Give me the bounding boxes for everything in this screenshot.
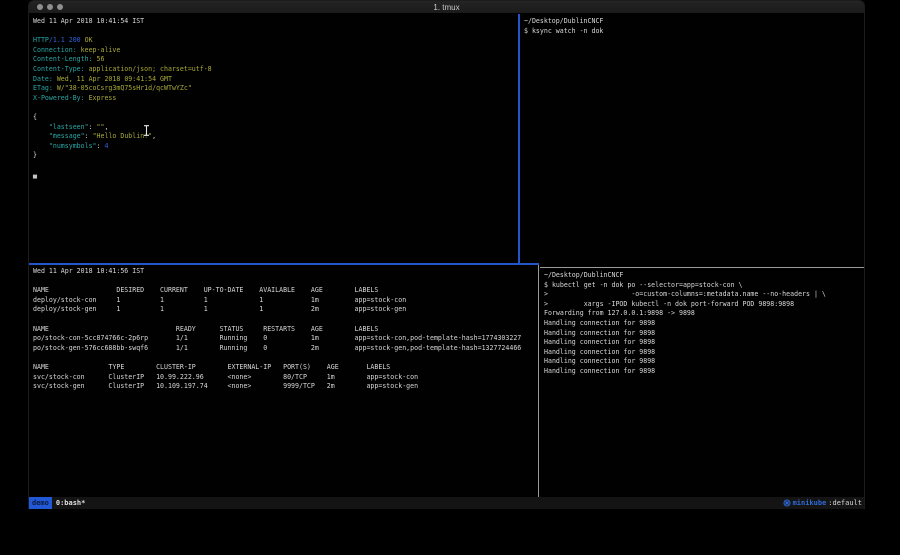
terminal-line: ~/Desktop/DublinCNCF: [524, 17, 865, 27]
terminal-line: NAME DESIRED CURRENT UP-TO-DATE AVAILABL…: [33, 286, 537, 296]
terminal-line: Wed 11 Apr 2018 10:41:56 IST: [33, 267, 537, 277]
window-title: 1. tmux: [29, 3, 864, 12]
terminal-line: "lastseen": "",: [33, 123, 518, 133]
terminal-line: ETag: W/"38-05coCsrg3mQ75sHr1d/qcWTwYZc": [33, 84, 518, 94]
terminal-line: Handling connection for 9898: [544, 319, 865, 329]
terminal-line: po/stock-gen-576cc688bb-swqf6 1/1 Runnin…: [33, 344, 537, 354]
terminal-window: 1. tmux Wed 11 Apr 2018 10:41:54 IST HTT…: [28, 0, 865, 509]
active-pane-border-horizontal[interactable]: [29, 263, 539, 265]
terminal-line: Handling connection for 9898: [544, 338, 865, 348]
terminal-line: }: [33, 151, 518, 161]
terminal-line: $ ksync watch -n dok: [524, 27, 865, 37]
kube-context-label: minikube: [793, 497, 827, 509]
terminal-line: [33, 161, 518, 171]
terminal-line: Handling connection for 9898: [544, 357, 865, 367]
terminal-line: Content-Type: application/json; charset=…: [33, 65, 518, 75]
terminal-line: {: [33, 113, 518, 123]
terminal-line: ~/Desktop/DublinCNCF: [544, 271, 865, 281]
terminal-line: svc/stock-con ClusterIP 10.99.222.96 <no…: [33, 373, 537, 383]
mouse-ibeam-cursor: [143, 125, 150, 136]
terminal-line: Connection: keep-alive: [33, 46, 518, 56]
terminal-line: ▄: [33, 171, 518, 181]
terminal-line: "numsymbols": 4: [33, 142, 518, 152]
terminal-line: [33, 103, 518, 113]
terminal-line: [33, 353, 537, 363]
active-pane-border-vertical[interactable]: [518, 14, 520, 264]
pane-divider-vertical[interactable]: [538, 265, 539, 498]
pane-ksync-watch[interactable]: ~/Desktop/DublinCNCF$ ksync watch -n dok: [520, 14, 865, 267]
terminal-line: [33, 277, 537, 287]
terminal-line: Forwarding from 127.0.0.1:9898 -> 9898: [544, 309, 865, 319]
screen: 1. tmux Wed 11 Apr 2018 10:41:54 IST HTT…: [0, 0, 900, 555]
terminal-line: Handling connection for 9898: [544, 348, 865, 358]
kubernetes-wheel-icon: [783, 499, 791, 507]
terminal-line: po/stock-con-5cc874766c-2p6rp 1/1 Runnin…: [33, 334, 537, 344]
terminal-line: Wed 11 Apr 2018 10:41:54 IST: [33, 17, 518, 27]
terminal-line: > xargs -IPOD kubectl -n dok port-forwar…: [544, 300, 865, 310]
pane-http-response[interactable]: Wed 11 Apr 2018 10:41:54 IST HTTP/1.1 20…: [29, 14, 518, 263]
window-titlebar[interactable]: 1. tmux: [29, 1, 864, 14]
terminal-line: > -o=custom-columns=:metadata.name --no-…: [544, 290, 865, 300]
terminal-line: NAME TYPE CLUSTER-IP EXTERNAL-IP PORT(S)…: [33, 363, 537, 373]
pane-port-forward[interactable]: ~/Desktop/DublinCNCF$ kubectl get -n dok…: [540, 268, 865, 498]
terminal-line: "message": "Hello Dublin!",: [33, 132, 518, 142]
terminal-line: svc/stock-gen ClusterIP 10.109.197.74 <n…: [33, 382, 537, 392]
terminal-line: deploy/stock-con 1 1 1 1 1m app=stock-co…: [33, 296, 537, 306]
pane-kubectl-get[interactable]: Wed 11 Apr 2018 10:41:56 IST NAME DESIRE…: [29, 264, 537, 498]
terminal-line: Date: Wed, 11 Apr 2018 09:41:54 GMT: [33, 75, 518, 85]
terminal-line: $ kubectl get -n dok po --selector=app=s…: [544, 281, 865, 291]
pane-divider-horizontal[interactable]: [540, 267, 865, 268]
status-right: minikube:default: [783, 497, 864, 509]
status-left: demo 0:bash*: [29, 497, 85, 509]
kube-namespace-label: :default: [828, 497, 862, 509]
terminal-line: Handling connection for 9898: [544, 367, 865, 377]
terminal-line: deploy/stock-gen 1 1 1 1 2m app=stock-ge…: [33, 305, 537, 315]
terminal-line: X-Powered-By: Express: [33, 94, 518, 104]
terminal-line: [33, 315, 537, 325]
terminal-line: NAME READY STATUS RESTARTS AGE LABELS: [33, 325, 537, 335]
terminal-line: [33, 27, 518, 37]
tmux-status-bar: demo 0:bash* minikube:default: [29, 497, 864, 509]
session-name-badge: demo: [29, 497, 52, 509]
tmux-area: Wed 11 Apr 2018 10:41:54 IST HTTP/1.1 20…: [29, 14, 864, 497]
terminal-line: HTTP/1.1 200 OK: [33, 36, 518, 46]
terminal-line: Handling connection for 9898: [544, 329, 865, 339]
terminal-line: Content-Length: 56: [33, 55, 518, 65]
tmux-window-label[interactable]: 0:bash*: [52, 497, 86, 509]
